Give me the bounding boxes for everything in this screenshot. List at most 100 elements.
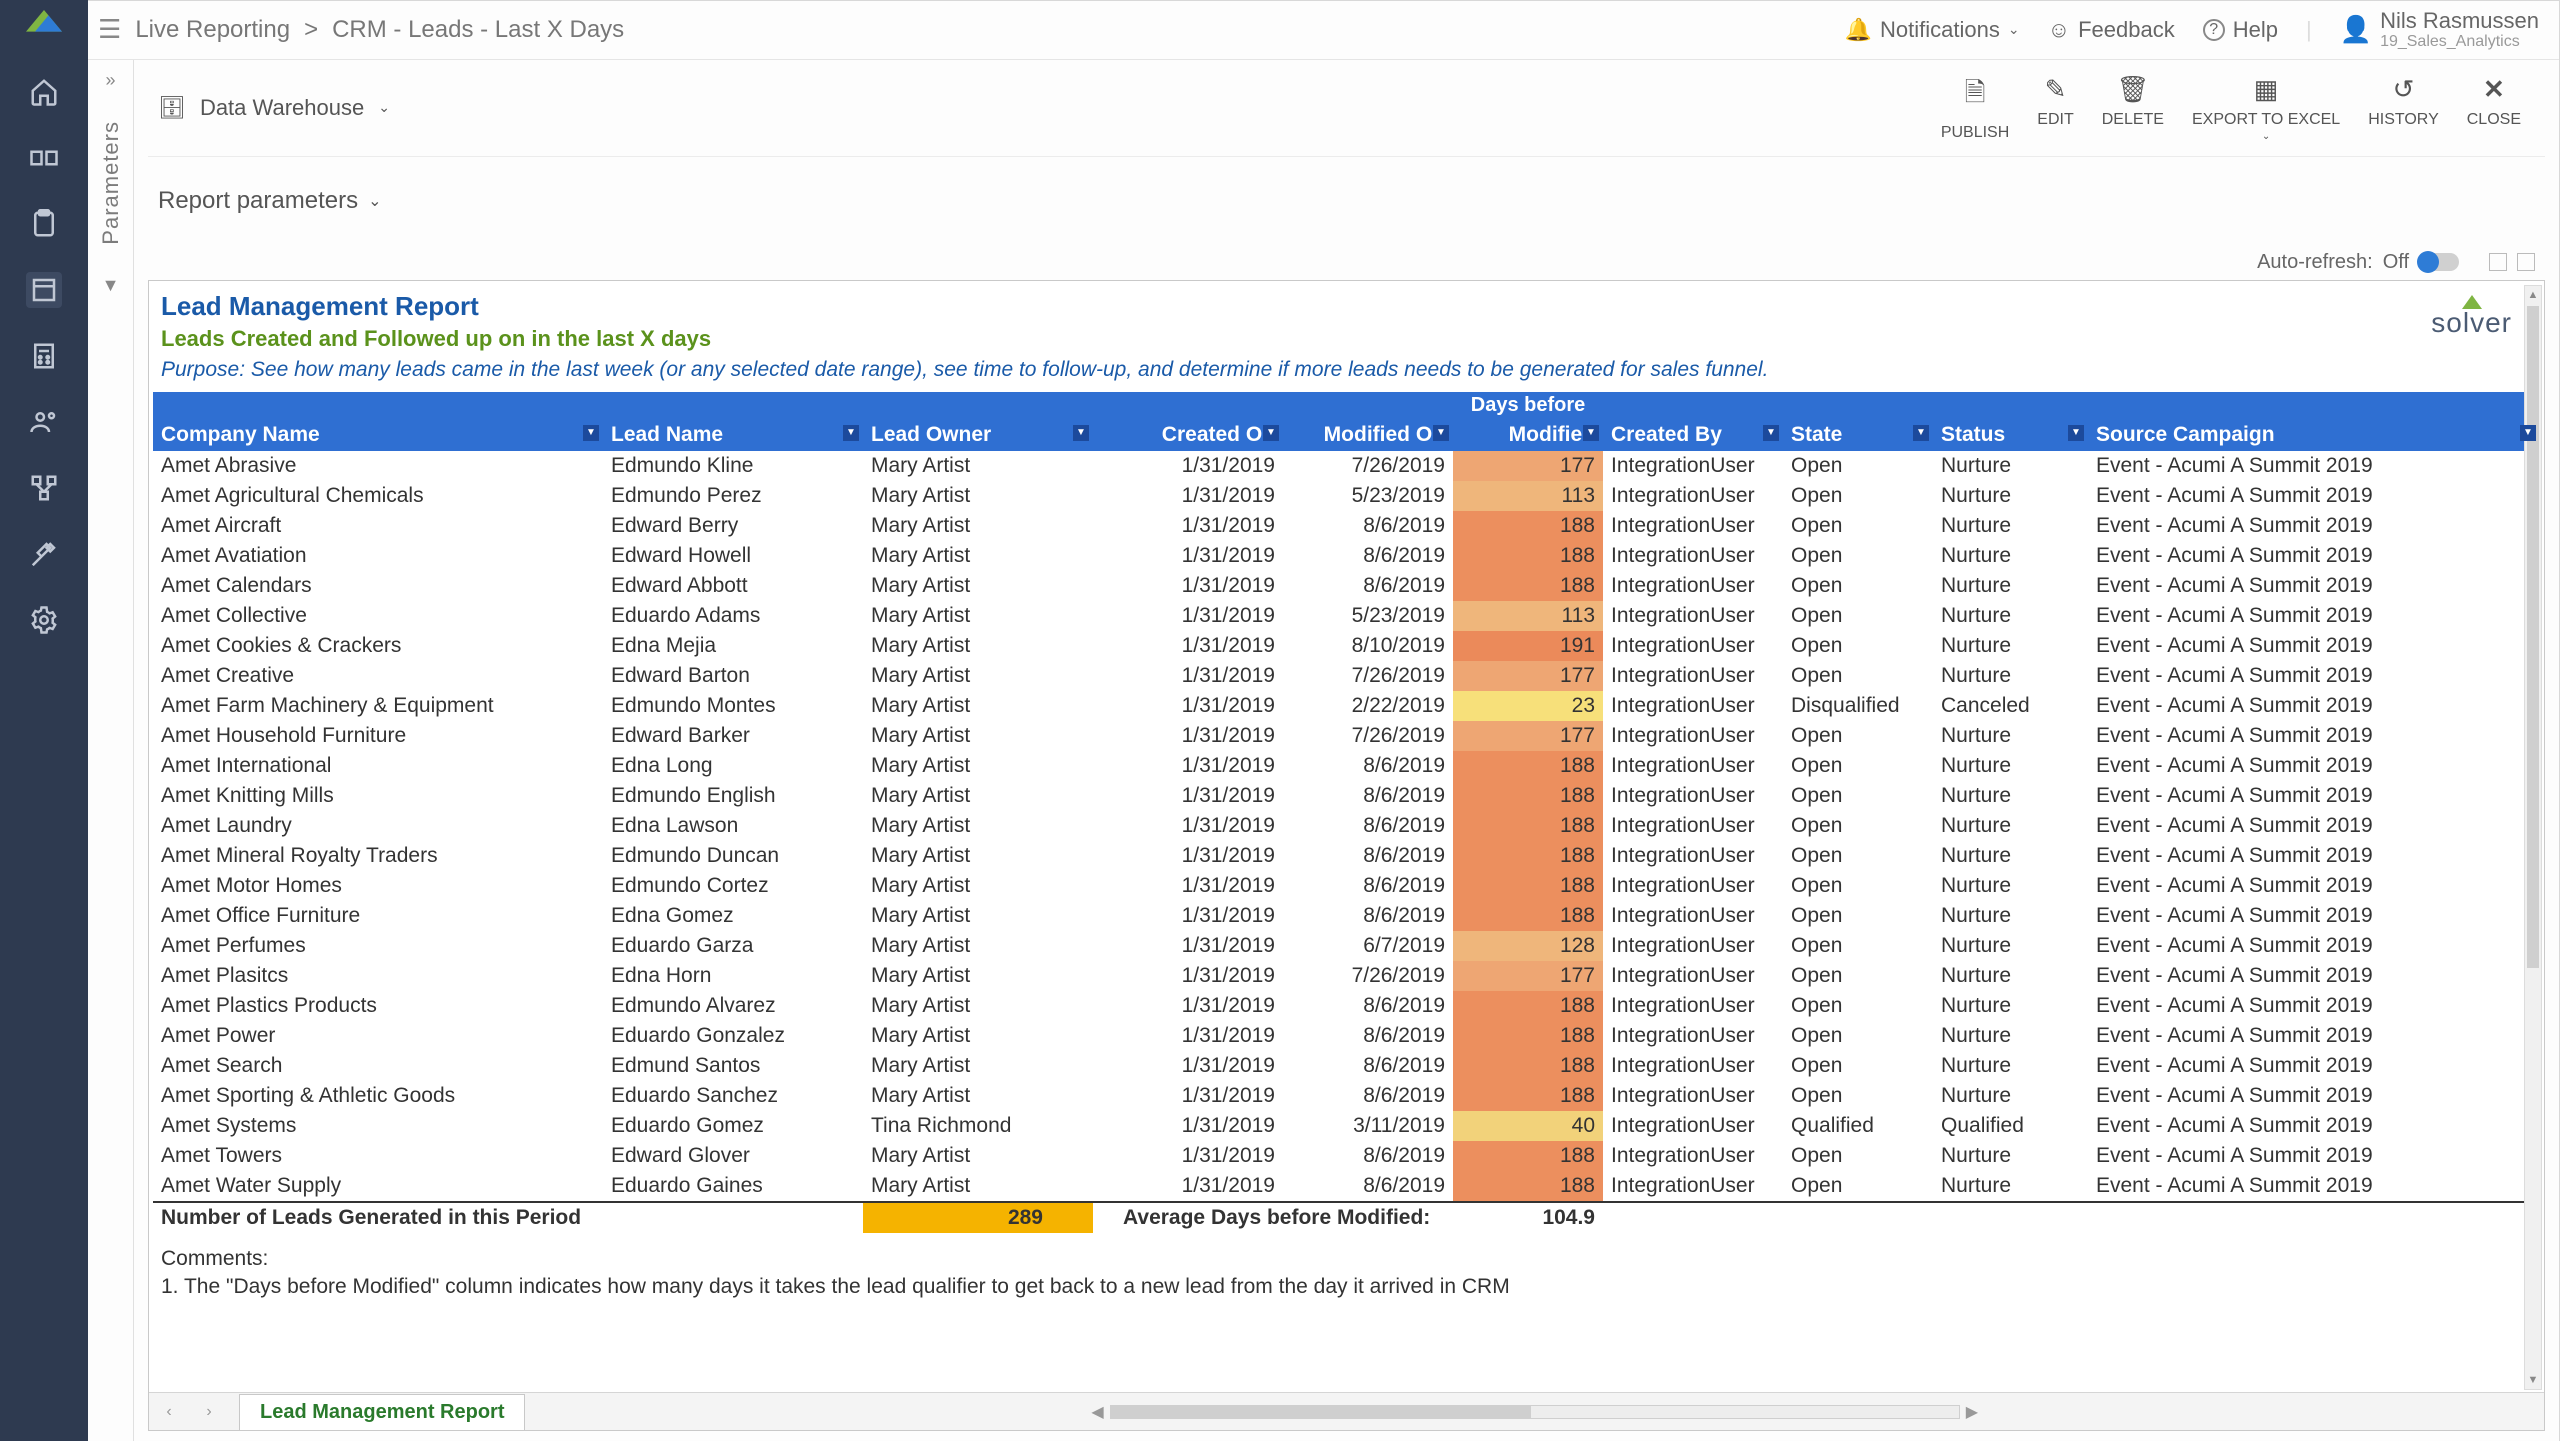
col-source[interactable]: Source Campaign▼ — [2088, 419, 2540, 451]
table-row[interactable]: Amet Knitting MillsEdmundo EnglishMary A… — [153, 781, 2540, 811]
auto-refresh-label: Auto-refresh: — [2257, 251, 2373, 274]
history-button[interactable]: ↺HISTORY — [2368, 74, 2439, 142]
col-state[interactable]: State▼ — [1783, 419, 1933, 451]
table-row[interactable]: Amet Plastics ProductsEdmundo AlvarezMar… — [153, 991, 2540, 1021]
nav-report-icon[interactable] — [26, 272, 62, 308]
nav-tools-icon[interactable] — [26, 536, 62, 572]
col-created[interactable]: Created On▼ — [1093, 419, 1283, 451]
table-row[interactable]: Amet CalendarsEdward AbbottMary Artist1/… — [153, 571, 2540, 601]
filter-dropdown-icon: ▼ — [2520, 425, 2536, 441]
summary-avg-value: 104.9 — [1453, 1202, 1603, 1233]
summary-row: Number of Leads Generated in this Period… — [153, 1202, 2540, 1233]
table-row[interactable]: Amet InternationalEdna LongMary Artist1/… — [153, 751, 2540, 781]
nav-settings-icon[interactable] — [26, 602, 62, 638]
col-status[interactable]: Status▼ — [1933, 419, 2088, 451]
breadcrumb: Live Reporting > CRM - Leads - Last X Da… — [135, 16, 624, 44]
auto-refresh-toggle[interactable] — [2419, 253, 2459, 271]
chevron-down-icon[interactable]: ⌄ — [378, 99, 390, 116]
table-row[interactable]: Amet Household FurnitureEdward BarkerMar… — [153, 721, 2540, 751]
col-lead[interactable]: Lead Name▼ — [603, 419, 863, 451]
table-row[interactable]: Amet Water SupplyEduardo GainesMary Arti… — [153, 1171, 2540, 1202]
table-row[interactable]: Amet Sporting & Athletic GoodsEduardo Sa… — [153, 1081, 2540, 1111]
database-icon: 🗄 — [158, 95, 186, 121]
hamburger-icon[interactable]: ☰ — [98, 14, 121, 45]
nav-clipboard-icon[interactable] — [26, 206, 62, 242]
nav-home-icon[interactable] — [26, 74, 62, 110]
expand-params-icon[interactable]: » — [105, 70, 115, 91]
col-createdby[interactable]: Created By▼ — [1603, 419, 1783, 451]
table-row[interactable]: Amet PerfumesEduardo GarzaMary Artist1/3… — [153, 931, 2540, 961]
delete-button[interactable]: 🗑DELETE — [2102, 74, 2164, 142]
bell-icon: 🔔 — [1845, 17, 1872, 43]
parameters-collapsed-panel: » Parameters ▼ — [88, 60, 134, 1441]
filter-dropdown-icon: ▼ — [1913, 425, 1929, 441]
grid-toggle-icon[interactable] — [2517, 253, 2535, 271]
sheet-tab-bar: ‹ › Lead Management Report ◀ ▶ — [149, 1392, 2544, 1430]
table-row[interactable]: Amet CreativeEdward BartonMary Artist1/3… — [153, 661, 2540, 691]
table-row[interactable]: Amet PlasitcsEdna HornMary Artist1/31/20… — [153, 961, 2540, 991]
data-source-label[interactable]: Data Warehouse — [200, 95, 364, 121]
nav-data-icon[interactable] — [26, 140, 62, 176]
table-row[interactable]: Amet Mineral Royalty TradersEdmundo Dunc… — [153, 841, 2540, 871]
summary-avg-label: Average Days before Modified: — [1093, 1202, 1453, 1233]
filter-dropdown-icon: ▼ — [843, 425, 859, 441]
export-button[interactable]: ▦EXPORT TO EXCEL⌄ — [2192, 74, 2340, 142]
report-parameters-toggle[interactable]: Report parameters ⌄ — [148, 157, 2545, 245]
summary-leads-count: 289 — [863, 1202, 1093, 1233]
table-row[interactable]: Amet LaundryEdna LawsonMary Artist1/31/2… — [153, 811, 2540, 841]
pencil-icon: ✎ — [2045, 74, 2067, 105]
toolbar: 🗄 Data Warehouse ⌄ 🗎PUBLISH ✎EDIT 🗑DELET… — [148, 60, 2545, 157]
left-sidebar — [0, 0, 88, 1441]
nav-calculator-icon[interactable] — [26, 338, 62, 374]
table-row[interactable]: Amet Office FurnitureEdna GomezMary Arti… — [153, 901, 2540, 931]
popout-icon[interactable] — [2489, 253, 2507, 271]
table-row[interactable]: Amet Motor HomesEdmundo CortezMary Artis… — [153, 871, 2540, 901]
chevron-down-icon: ⌄ — [2008, 21, 2020, 38]
table-row[interactable]: Amet Cookies & CrackersEdna MejiaMary Ar… — [153, 631, 2540, 661]
solver-logo: solver — [2431, 295, 2512, 339]
breadcrumb-root[interactable]: Live Reporting — [135, 16, 290, 44]
table-row[interactable]: Amet CollectiveEduardo AdamsMary Artist1… — [153, 601, 2540, 631]
publish-button[interactable]: 🗎PUBLISH — [1941, 74, 2009, 142]
sheet-tab-active[interactable]: Lead Management Report — [239, 1394, 525, 1430]
table-row[interactable]: Amet TowersEdward GloverMary Artist1/31/… — [153, 1141, 2540, 1171]
table-row[interactable]: Amet Agricultural ChemicalsEdmundo Perez… — [153, 481, 2540, 511]
nav-flow-icon[interactable] — [26, 470, 62, 506]
trash-icon: 🗑 — [2116, 74, 2149, 105]
table-row[interactable]: Amet SearchEdmund SantosMary Artist1/31/… — [153, 1051, 2540, 1081]
help-icon: ? — [2203, 19, 2225, 41]
close-icon: ✕ — [2483, 74, 2505, 105]
edit-button[interactable]: ✎EDIT — [2037, 74, 2073, 142]
summary-leads-label: Number of Leads Generated in this Period — [153, 1202, 863, 1233]
col-owner[interactable]: Lead Owner▼ — [863, 419, 1093, 451]
user-name: Nils Rasmussen — [2380, 9, 2539, 33]
table-row[interactable]: Amet AbrasiveEdmundo KlineMary Artist1/3… — [153, 451, 2540, 481]
close-button[interactable]: ✕CLOSE — [2467, 74, 2521, 142]
user-icon: 👤 — [2340, 14, 2372, 45]
filter-dropdown-icon: ▼ — [583, 425, 599, 441]
col-modified[interactable]: Modified On▼ — [1283, 419, 1453, 451]
nav-users-icon[interactable] — [26, 404, 62, 440]
feedback-button[interactable]: ☺ Feedback — [2048, 17, 2175, 43]
table-row[interactable]: Amet AvatiationEdward HowellMary Artist1… — [153, 541, 2540, 571]
table-row[interactable]: Amet SystemsEduardo GomezTina Richmond1/… — [153, 1111, 2540, 1141]
report-purpose: Purpose: See how many leads came in the … — [153, 354, 2540, 392]
table-row[interactable]: Amet AircraftEdward BerryMary Artist1/31… — [153, 511, 2540, 541]
help-button[interactable]: ? Help — [2203, 17, 2278, 43]
horizontal-scrollbar[interactable]: ◀ ▶ — [525, 1402, 2544, 1422]
table-row[interactable]: Amet PowerEduardo GonzalezMary Artist1/3… — [153, 1021, 2540, 1051]
notifications-button[interactable]: 🔔 Notifications ⌄ — [1845, 17, 2020, 43]
report-title: Lead Management Report — [153, 281, 2540, 324]
document-icon: 🗎 — [1965, 74, 1986, 118]
col-days[interactable]: Modified▼ — [1453, 419, 1603, 451]
sheet-next-button[interactable]: › — [189, 1403, 229, 1421]
col-company[interactable]: Company Name▼ — [153, 419, 603, 451]
filter-icon[interactable]: ▼ — [102, 275, 120, 296]
table-row[interactable]: Amet Farm Machinery & EquipmentEdmundo M… — [153, 691, 2540, 721]
sheet-prev-button[interactable]: ‹ — [149, 1403, 189, 1421]
user-menu[interactable]: 👤 Nils Rasmussen 19_Sales_Analytics — [2340, 9, 2539, 51]
filter-dropdown-icon: ▼ — [1073, 425, 1089, 441]
filter-dropdown-icon: ▼ — [1263, 425, 1279, 441]
user-sub: 19_Sales_Analytics — [2380, 33, 2539, 51]
chevron-down-icon: ⌄ — [368, 191, 381, 211]
